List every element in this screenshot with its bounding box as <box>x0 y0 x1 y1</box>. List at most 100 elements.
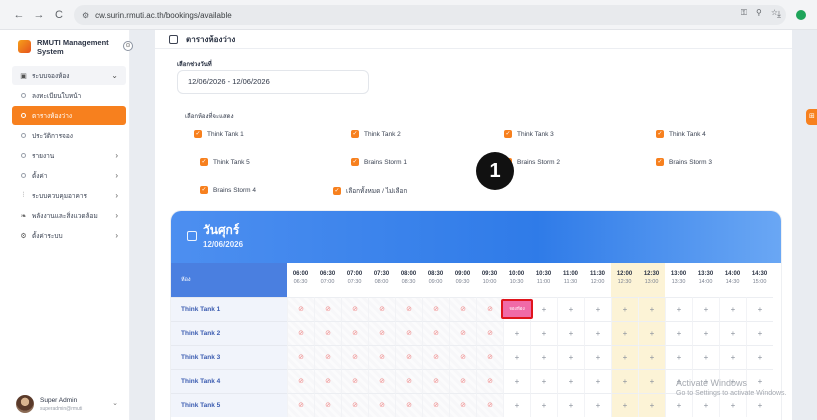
available-slot[interactable]: + <box>530 345 557 369</box>
windows-watermark: Activate Windows Go to Settings to activ… <box>676 378 787 397</box>
sidebar-item-system-settings[interactable]: ⚙ ตั้งค่าระบบ › <box>12 226 126 245</box>
back-icon[interactable]: ← <box>12 8 26 22</box>
forward-icon[interactable]: → <box>32 8 46 22</box>
available-slot[interactable]: + <box>584 393 611 417</box>
available-slot[interactable]: + <box>638 369 665 393</box>
checkbox-icon[interactable]: ✓ <box>351 130 359 138</box>
available-slot[interactable]: + <box>638 345 665 369</box>
url-text[interactable]: cw.surin.rmuti.ac.th/bookings/available <box>95 11 232 20</box>
select-all-checkbox[interactable]: ✓ เลือกทั้งหมด / ไม่เลือก <box>333 186 407 196</box>
book-room-button[interactable]: จองห้อง <box>501 299 533 319</box>
checkbox-icon[interactable]: ✓ <box>504 130 512 138</box>
available-slot[interactable]: + <box>665 345 692 369</box>
extension-icon[interactable] <box>796 10 806 20</box>
sidebar-menu: ▣ ระบบจองห้อง ⌄ ลงทะเบียนใบหน้า ตารางห้อ… <box>12 66 126 246</box>
room-checkbox[interactable]: ✓ Think Tank 5 <box>200 158 250 166</box>
available-slot[interactable]: + <box>557 345 584 369</box>
sidebar-item-label: ระบบควบคุมอาคาร <box>32 192 88 200</box>
address-bar[interactable]: ⚙ cw.surin.rmuti.ac.th/bookings/availabl… <box>74 5 786 25</box>
time-slot-header: 09:30 10:00 <box>476 263 503 297</box>
sidebar-item-booking-history[interactable]: ประวัติการจอง <box>12 126 126 145</box>
sidebar-item-settings[interactable]: ตั้งค่า › <box>12 166 126 185</box>
sidebar-item-building-control[interactable]: ⫶ ระบบควบคุมอาคาร › <box>12 186 126 205</box>
unavailable-slot: ⊘ <box>476 321 503 345</box>
collapse-sidebar-icon[interactable]: ⊙ <box>123 41 133 51</box>
available-slot[interactable]: + <box>611 345 638 369</box>
available-slot[interactable]: + <box>719 345 746 369</box>
room-checkbox[interactable]: ✓ Brains Storm 1 <box>351 158 407 166</box>
unavailable-slot: ⊘ <box>449 393 476 417</box>
available-slot[interactable]: + <box>584 345 611 369</box>
available-slot[interactable]: + <box>746 321 773 345</box>
room-checkbox[interactable]: ✓ Think Tank 3 <box>504 130 554 138</box>
room-checkbox[interactable]: ✓ Think Tank 2 <box>351 130 401 138</box>
slot-end-time: 10:30 <box>509 279 524 285</box>
available-slot[interactable]: + <box>692 297 719 321</box>
user-email: superadmin@rmuti <box>40 405 83 412</box>
checkbox-icon[interactable]: ✓ <box>656 130 664 138</box>
checkbox-icon[interactable]: ✓ <box>200 186 208 194</box>
available-slot[interactable]: + <box>557 297 584 321</box>
unavailable-slot: ⊘ <box>395 393 422 417</box>
available-slot[interactable]: + <box>503 369 530 393</box>
download-icon[interactable]: ⤓ <box>777 9 781 20</box>
available-slot[interactable]: + <box>584 297 611 321</box>
available-slot[interactable]: + <box>611 297 638 321</box>
available-slot[interactable]: + <box>503 345 530 369</box>
room-checkbox[interactable]: ✓ Think Tank 1 <box>194 130 244 138</box>
zoom-icon[interactable]: ⚲ <box>756 8 762 18</box>
available-slot[interactable]: + <box>665 297 692 321</box>
date-range-input[interactable]: 12/06/2026 - 12/06/2026 <box>177 70 369 94</box>
room-checkbox[interactable]: ✓ Think Tank 4 <box>656 130 706 138</box>
key-icon[interactable]: ⚿ <box>741 8 747 18</box>
available-slot[interactable]: + <box>611 321 638 345</box>
available-slot[interactable]: + <box>638 393 665 417</box>
available-slot[interactable]: + <box>611 393 638 417</box>
available-slot[interactable]: + <box>638 297 665 321</box>
sidebar-item-energy[interactable]: ❧ พลังงานและสิ่งแวดล้อม › <box>12 206 126 225</box>
available-slot[interactable]: + <box>503 321 530 345</box>
reload-icon[interactable]: C <box>52 8 66 22</box>
available-slot[interactable]: + <box>503 393 530 417</box>
sidebar-group-booking[interactable]: ▣ ระบบจองห้อง ⌄ <box>12 66 126 85</box>
slot-end-time: 09:30 <box>455 279 470 285</box>
available-slot[interactable]: + <box>584 321 611 345</box>
available-slot[interactable]: + <box>746 297 773 321</box>
sidebar-item-available-rooms[interactable]: ตารางห้องว่าง <box>12 106 126 125</box>
available-slot[interactable]: + <box>692 345 719 369</box>
room-checkbox[interactable]: ✓ Brains Storm 3 <box>656 158 712 166</box>
available-slot[interactable]: + <box>611 369 638 393</box>
available-slot[interactable]: + <box>719 297 746 321</box>
sidebar-item-reports[interactable]: รายงาน › <box>12 146 126 165</box>
available-slot[interactable]: + <box>638 321 665 345</box>
checkbox-icon[interactable]: ✓ <box>194 130 202 138</box>
side-panel-button[interactable]: ⊞ <box>806 109 817 125</box>
available-slot[interactable]: + <box>665 321 692 345</box>
available-slot[interactable]: + <box>692 321 719 345</box>
browser-toolbar: ← → C ⚙ cw.surin.rmuti.ac.th/bookings/av… <box>0 0 817 30</box>
sidebar-item-label: พลังงานและสิ่งแวดล้อม <box>32 212 98 220</box>
available-slot[interactable]: + <box>557 393 584 417</box>
room-checkbox[interactable]: ✓ Brains Storm 4 <box>200 186 256 194</box>
available-slot[interactable]: + <box>746 345 773 369</box>
sidebar-item-face-register[interactable]: ลงทะเบียนใบหน้า <box>12 86 126 105</box>
available-slot[interactable]: + <box>530 297 557 321</box>
unavailable-slot: ⊘ <box>287 345 314 369</box>
time-slot-header: 14:30 15:00 <box>746 263 773 297</box>
available-slot[interactable]: + <box>557 369 584 393</box>
available-slot[interactable]: + <box>584 369 611 393</box>
available-slot[interactable]: + <box>530 369 557 393</box>
available-slot[interactable]: + <box>530 393 557 417</box>
checkbox-icon[interactable]: ✓ <box>200 158 208 166</box>
available-slot[interactable]: + <box>530 321 557 345</box>
checkbox-icon[interactable]: ✓ <box>333 187 341 195</box>
checkbox-icon[interactable]: ✓ <box>656 158 664 166</box>
checkbox-label: Think Tank 2 <box>364 130 401 138</box>
logo-icon <box>18 40 31 53</box>
user-profile[interactable]: Super Admin superadmin@rmuti ⌄ <box>12 393 126 415</box>
unavailable-slot: ⊘ <box>287 393 314 417</box>
available-slot[interactable]: + <box>557 321 584 345</box>
site-settings-icon[interactable]: ⚙ <box>82 11 89 20</box>
checkbox-icon[interactable]: ✓ <box>351 158 359 166</box>
available-slot[interactable]: + <box>719 321 746 345</box>
